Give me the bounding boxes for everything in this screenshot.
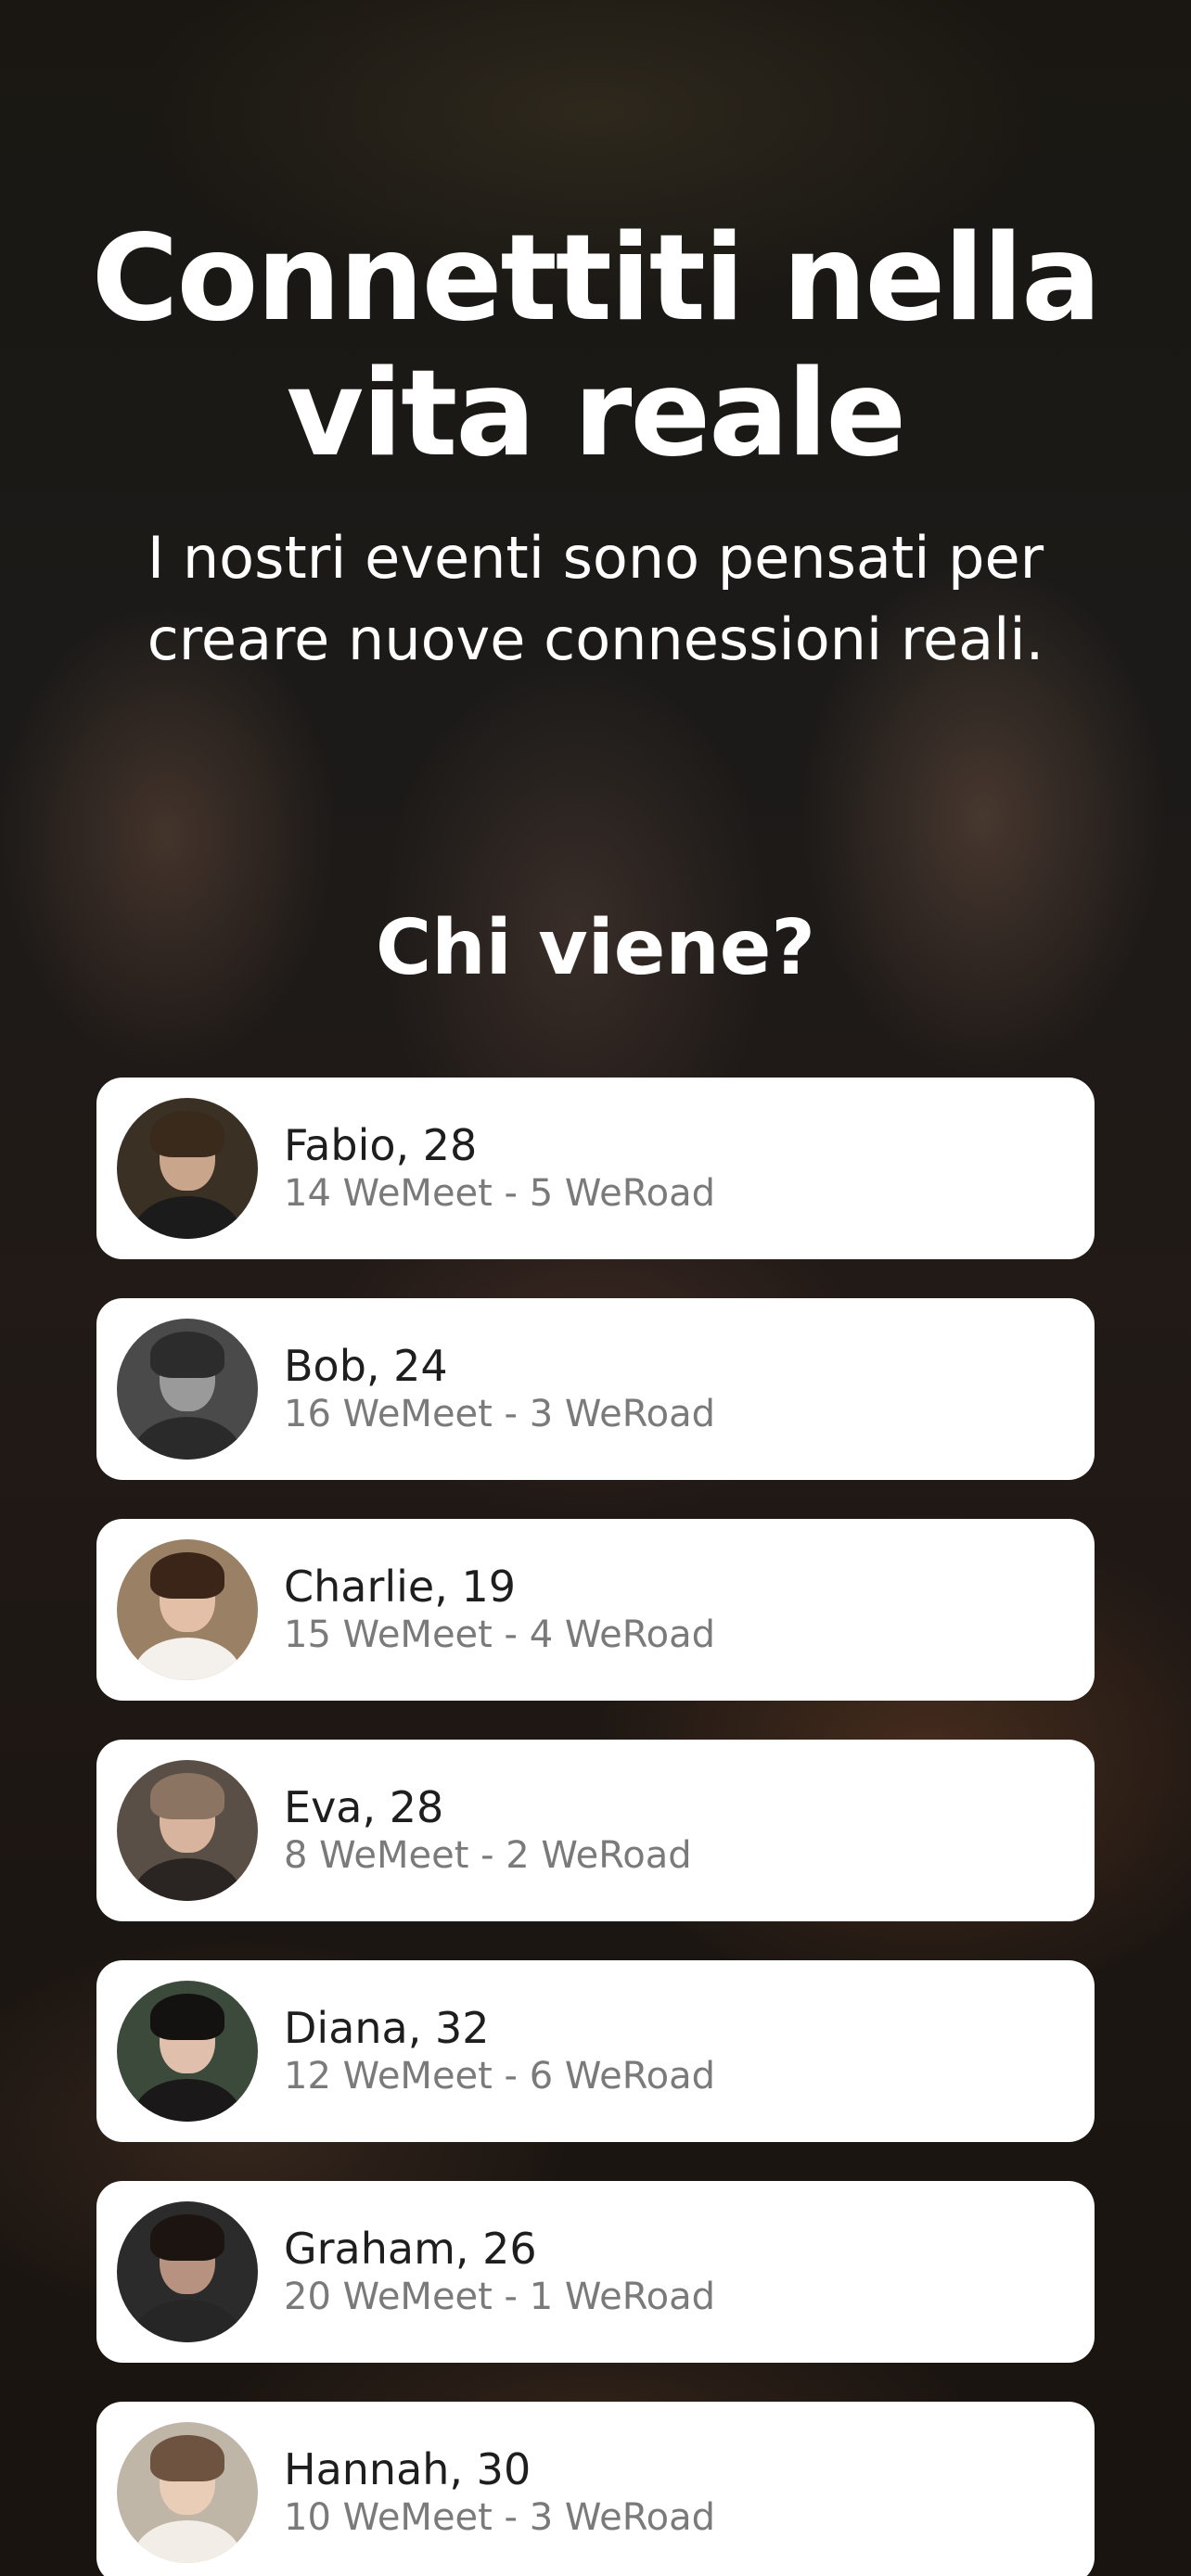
attendee-info: Charlie, 19 15 WeMeet - 4 WeRoad	[284, 1562, 715, 1658]
attendee-stats: 10 WeMeet - 3 WeRoad	[284, 2496, 716, 2539]
attendee-name: Fabio, 28	[284, 1120, 478, 1170]
avatar	[117, 1981, 258, 2122]
attendee-info: Hannah, 30 10 WeMeet - 3 WeRoad	[284, 2444, 715, 2541]
attendee-card[interactable]: Bob, 24 16 WeMeet - 3 WeRoad	[96, 1298, 1095, 1480]
hero-subtitle-line2: creare nuove connessioni reali.	[147, 606, 1044, 673]
hero-title-line1: Connettiti nella	[91, 210, 1102, 348]
attendee-info: Diana, 32 12 WeMeet - 6 WeRoad	[284, 2003, 715, 2099]
hero-subtitle: I nostri eventi sono pensati per creare …	[0, 517, 1191, 681]
avatar	[117, 1760, 258, 1901]
attendee-stats: 12 WeMeet - 6 WeRoad	[284, 2055, 716, 2098]
screen-background: Connettiti nella vita reale I nostri eve…	[0, 0, 1191, 2576]
attendee-card[interactable]: Fabio, 28 14 WeMeet - 5 WeRoad	[96, 1078, 1095, 1259]
attendee-card[interactable]: Hannah, 30 10 WeMeet - 3 WeRoad	[96, 2402, 1095, 2576]
attendee-info: Bob, 24 16 WeMeet - 3 WeRoad	[284, 1341, 715, 1437]
attendee-stats: 16 WeMeet - 3 WeRoad	[284, 1393, 716, 1435]
attendee-card[interactable]: Graham, 26 20 WeMeet - 1 WeRoad	[96, 2181, 1095, 2363]
attendee-stats: 20 WeMeet - 1 WeRoad	[284, 2276, 716, 2318]
attendee-card[interactable]: Charlie, 19 15 WeMeet - 4 WeRoad	[96, 1519, 1095, 1701]
attendee-info: Eva, 28 8 WeMeet - 2 WeRoad	[284, 1782, 692, 1879]
attendee-list: Fabio, 28 14 WeMeet - 5 WeRoad Bob, 24 1…	[96, 1078, 1095, 2576]
attendee-name: Graham, 26	[284, 2224, 537, 2274]
hero-title-line2: vita reale	[286, 345, 906, 483]
attendee-name: Bob, 24	[284, 1341, 448, 1391]
attendee-stats: 14 WeMeet - 5 WeRoad	[284, 1172, 716, 1215]
attendee-name: Diana, 32	[284, 2003, 490, 2053]
hero-subtitle-line1: I nostri eventi sono pensati per	[147, 524, 1044, 592]
attendee-name: Charlie, 19	[284, 1562, 517, 1612]
attendee-card[interactable]: Eva, 28 8 WeMeet - 2 WeRoad	[96, 1740, 1095, 1921]
avatar	[117, 2422, 258, 2563]
section-title: Chi viene?	[376, 904, 815, 992]
avatar	[117, 1098, 258, 1239]
hero-title: Connettiti nella vita reale	[0, 211, 1191, 482]
avatar	[117, 2201, 258, 2342]
attendee-card[interactable]: Diana, 32 12 WeMeet - 6 WeRoad	[96, 1960, 1095, 2142]
attendee-stats: 8 WeMeet - 2 WeRoad	[284, 1834, 692, 1877]
avatar	[117, 1319, 258, 1460]
attendee-name: Eva, 28	[284, 1782, 444, 1832]
attendee-stats: 15 WeMeet - 4 WeRoad	[284, 1613, 716, 1656]
attendee-info: Graham, 26 20 WeMeet - 1 WeRoad	[284, 2224, 715, 2320]
attendee-info: Fabio, 28 14 WeMeet - 5 WeRoad	[284, 1120, 715, 1217]
attendee-name: Hannah, 30	[284, 2444, 531, 2494]
hero-section: Connettiti nella vita reale I nostri eve…	[0, 211, 1191, 681]
avatar	[117, 1539, 258, 1680]
